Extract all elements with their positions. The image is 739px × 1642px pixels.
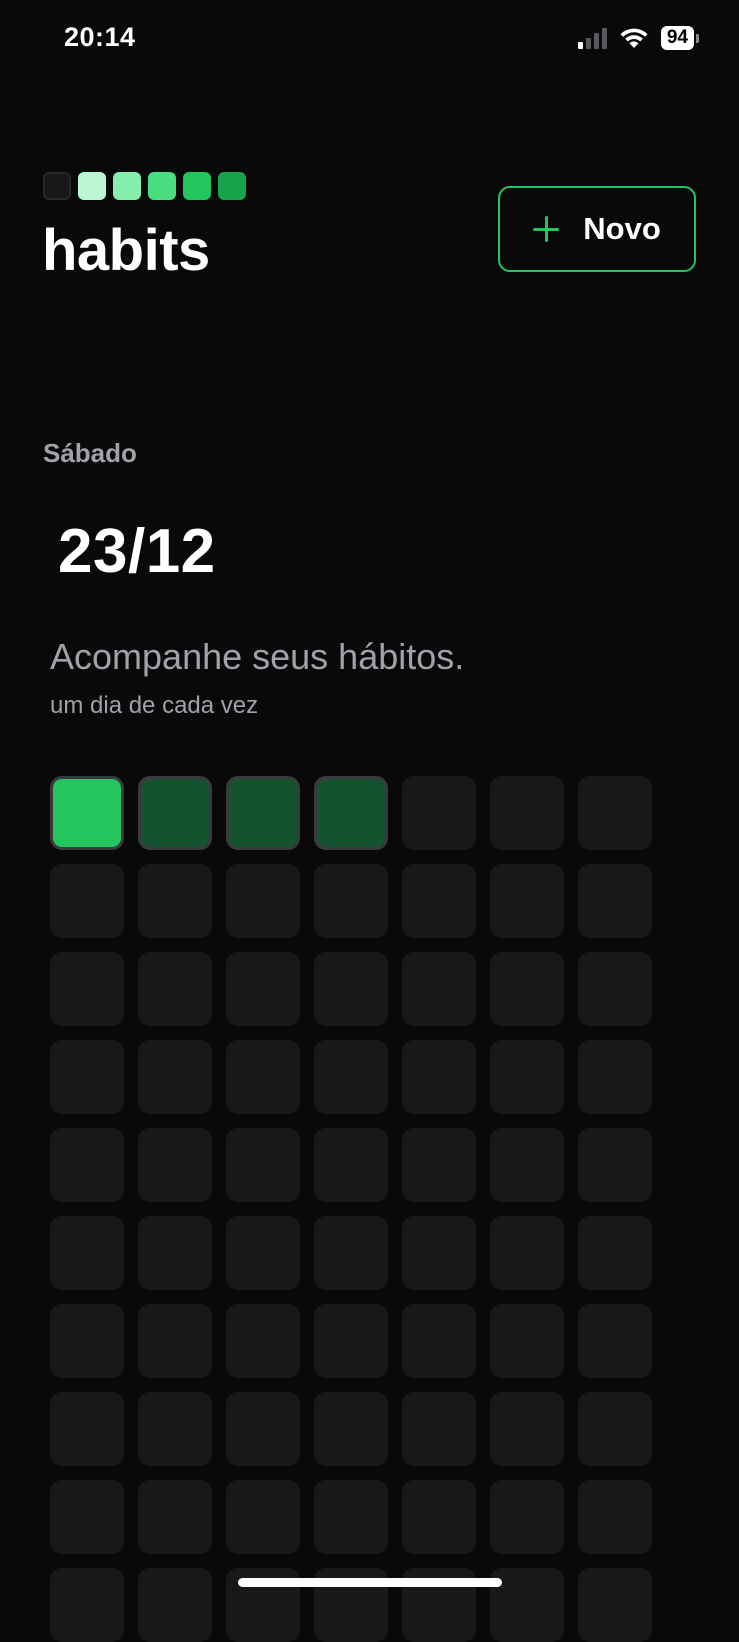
heatmap-day-cell[interactable]	[402, 864, 476, 938]
heatmap-day-cell[interactable]	[138, 1480, 212, 1554]
heatmap-day-cell[interactable]	[226, 952, 300, 1026]
heatmap-day-cell[interactable]	[138, 1216, 212, 1290]
weekday-label: Sábado	[43, 438, 137, 468]
heatmap-day-cell[interactable]	[314, 864, 388, 938]
heatmap-day-cell[interactable]	[138, 1568, 212, 1642]
heatmap-day-cell[interactable]	[578, 1392, 652, 1466]
heatmap-day-cell[interactable]	[50, 1568, 124, 1642]
tagline: Acompanhe seus hábitos.	[50, 636, 465, 677]
heatmap-day-cell[interactable]	[314, 1216, 388, 1290]
signal-icon	[577, 27, 607, 49]
logo-square	[43, 172, 71, 200]
heatmap-day-cell[interactable]	[314, 1128, 388, 1202]
home-indicator	[238, 1578, 502, 1587]
heatmap-day-cell[interactable]	[402, 1128, 476, 1202]
heatmap-day-cell[interactable]	[138, 1304, 212, 1378]
heatmap-day-cell[interactable]	[314, 952, 388, 1026]
heatmap-day-cell[interactable]	[50, 1128, 124, 1202]
heatmap-day-cell[interactable]	[226, 1304, 300, 1378]
heatmap-day-cell[interactable]	[138, 1128, 212, 1202]
new-habit-label: Novo	[583, 211, 661, 246]
heatmap-day-cell[interactable]	[138, 952, 212, 1026]
heatmap-day-cell[interactable]	[138, 864, 212, 938]
date-label: 23/12	[58, 517, 216, 586]
heatmap-day-cell[interactable]	[578, 1128, 652, 1202]
heatmap-day-cell[interactable]	[226, 1480, 300, 1554]
heatmap-day-cell[interactable]	[226, 1216, 300, 1290]
logo-square	[148, 172, 176, 200]
heatmap-day-cell[interactable]	[578, 1480, 652, 1554]
heatmap-day-cell[interactable]	[490, 1128, 564, 1202]
heatmap-day-cell[interactable]	[578, 776, 652, 850]
heatmap-day-cell[interactable]	[402, 1480, 476, 1554]
heatmap-day-cell[interactable]	[50, 952, 124, 1026]
heatmap-day-cell[interactable]	[226, 1392, 300, 1466]
heatmap-day-cell[interactable]	[314, 1392, 388, 1466]
logo-square	[113, 172, 141, 200]
plus-icon	[533, 216, 560, 242]
heatmap-day-cell[interactable]	[578, 1216, 652, 1290]
subtagline: um dia de cada vez	[50, 692, 259, 719]
heatmap-day-cell[interactable]	[490, 1480, 564, 1554]
battery-level: 94	[660, 26, 694, 50]
heatmap-day-cell[interactable]	[490, 1392, 564, 1466]
heatmap-day-cell[interactable]	[50, 1040, 124, 1114]
heatmap-day-cell[interactable]	[578, 1040, 652, 1114]
battery-icon: 94	[660, 26, 699, 50]
app-title: habits	[42, 218, 210, 283]
heatmap-day-cell[interactable]	[314, 1480, 388, 1554]
heatmap-day-cell[interactable]	[50, 1216, 124, 1290]
heatmap-day-cell[interactable]	[578, 1568, 652, 1642]
heatmap-day-cell[interactable]	[490, 1304, 564, 1378]
heatmap-day-cell[interactable]	[490, 952, 564, 1026]
heatmap-day-cell[interactable]	[490, 776, 564, 850]
heatmap-day-cell[interactable]	[402, 1304, 476, 1378]
status-time: 20:14	[64, 22, 136, 52]
status-icons: 94	[577, 26, 699, 50]
heatmap-day-cell[interactable]	[314, 776, 388, 850]
heatmap-day-cell[interactable]	[226, 776, 300, 850]
new-habit-button[interactable]: Novo	[498, 186, 696, 272]
heatmap-day-cell[interactable]	[226, 1128, 300, 1202]
logo	[43, 172, 246, 200]
heatmap-day-cell[interactable]	[50, 1392, 124, 1466]
logo-square	[218, 172, 246, 200]
heatmap-day-cell[interactable]	[490, 1040, 564, 1114]
heatmap-day-cell[interactable]	[50, 776, 124, 850]
heatmap-day-cell[interactable]	[490, 1216, 564, 1290]
heatmap-day-cell[interactable]	[402, 1216, 476, 1290]
heatmap-day-cell[interactable]	[138, 1392, 212, 1466]
heatmap-day-cell[interactable]	[578, 1304, 652, 1378]
heatmap-day-cell[interactable]	[578, 864, 652, 938]
logo-square	[183, 172, 211, 200]
heatmap-day-cell[interactable]	[138, 1040, 212, 1114]
heatmap-day-cell[interactable]	[402, 776, 476, 850]
heatmap-day-cell[interactable]	[50, 864, 124, 938]
heatmap-day-cell[interactable]	[50, 1304, 124, 1378]
heatmap-day-cell[interactable]	[490, 864, 564, 938]
heatmap-day-cell[interactable]	[314, 1304, 388, 1378]
heatmap-day-cell[interactable]	[138, 776, 212, 850]
logo-square	[78, 172, 106, 200]
wifi-icon	[620, 28, 648, 48]
heatmap-day-cell[interactable]	[314, 1040, 388, 1114]
habit-heatmap-grid	[50, 776, 652, 1642]
heatmap-day-cell[interactable]	[402, 952, 476, 1026]
heatmap-day-cell[interactable]	[50, 1480, 124, 1554]
heatmap-day-cell[interactable]	[226, 1040, 300, 1114]
heatmap-day-cell[interactable]	[226, 864, 300, 938]
heatmap-day-cell[interactable]	[402, 1392, 476, 1466]
heatmap-day-cell[interactable]	[578, 952, 652, 1026]
heatmap-day-cell[interactable]	[402, 1040, 476, 1114]
